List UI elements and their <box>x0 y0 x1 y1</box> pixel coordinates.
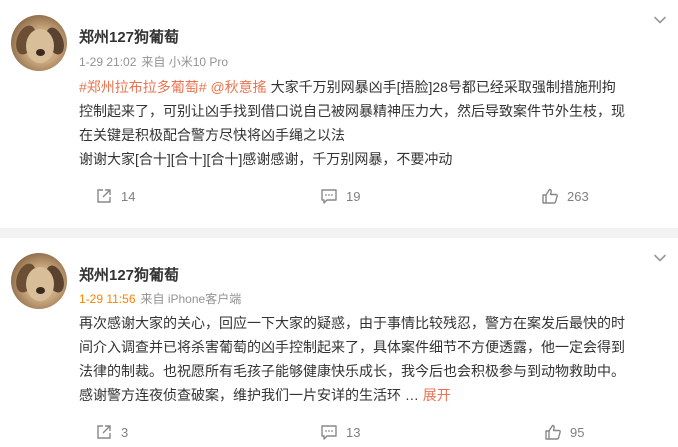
action-bar: 14 19 263 <box>0 187 678 211</box>
comment-button[interactable]: 19 <box>320 187 360 205</box>
post-content: 再次感谢大家的关心，回应一下大家的疑惑，由于事情比较残忍，警方在案发后最快的时 … <box>79 311 669 407</box>
post-divider <box>0 228 678 238</box>
chevron-down-icon[interactable] <box>652 250 668 266</box>
username[interactable]: 郑州127狗葡萄 <box>79 264 179 285</box>
like-count: 263 <box>567 188 589 204</box>
post-line: 控制起来了，可别让凶手找到借口说自己被网暴精神压力大，然后导致案件节外生枝，现 <box>79 103 625 119</box>
comment-icon <box>321 189 337 204</box>
action-bar: 3 13 95 <box>0 423 678 447</box>
repost-button[interactable]: 14 <box>95 187 135 205</box>
share-arrow-icon <box>97 425 111 439</box>
avatar[interactable] <box>11 15 67 71</box>
post-text: 感谢警方连夜侦查破案，维护我们一片安详的生活环 <box>79 387 401 403</box>
comment-icon <box>321 425 337 440</box>
post-text: 大家千万别网暴凶手[捂脸]28号都已经采取强制措施刑拘 <box>266 79 616 95</box>
comment-count: 19 <box>346 188 361 204</box>
comment-count: 13 <box>346 424 361 440</box>
post-line: 谢谢大家[合十][合十][合十]感谢感谢，千万别网暴，不要冲动 <box>79 151 453 167</box>
repost-count: 14 <box>121 188 136 204</box>
post-line: #郑州拉布拉多葡萄# @秋意搖 大家千万别网暴凶手[捂脸]28号都已经采取强制措… <box>79 75 669 99</box>
post-line: 感谢警方连夜侦查破案，维护我们一片安详的生活环 … 展开 <box>79 383 669 407</box>
post-line: 间介入调查并已将杀害葡萄的凶手控制起来了，具体案件细节不方便透露，他一定会得到 <box>79 339 625 355</box>
avatar[interactable] <box>11 253 67 309</box>
like-button[interactable]: 263 <box>541 187 589 205</box>
username[interactable]: 郑州127狗葡萄 <box>79 26 179 47</box>
post-time[interactable]: 1-29 11:56 <box>79 292 136 306</box>
chevron-down-icon[interactable] <box>652 12 668 28</box>
post-line: 在关键是积极配合警方尽快将凶手绳之以法 <box>79 127 345 143</box>
post-meta: 1-29 21:02 来自 小米10 Pro <box>79 53 228 70</box>
expand-link[interactable]: 展开 <box>423 387 451 403</box>
like-count: 95 <box>570 424 585 440</box>
post-line: 再次感谢大家的关心，回应一下大家的疑惑，由于事情比较残忍，警方在案发后最快的时 <box>79 315 625 331</box>
share-arrow-icon <box>97 189 111 203</box>
post-source: 来自 iPhone客户端 <box>140 292 242 306</box>
thumbs-up-icon <box>542 188 558 204</box>
weibo-post: 郑州127狗葡萄 1-29 21:02 来自 小米10 Pro #郑州拉布拉多葡萄… <box>0 0 678 228</box>
thumbs-up-icon <box>545 424 561 440</box>
post-meta: 1-29 11:56 来自 iPhone客户端 <box>79 290 241 307</box>
post-content: #郑州拉布拉多葡萄# @秋意搖 大家千万别网暴凶手[捂脸]28号都已经采取强制措… <box>79 75 669 171</box>
repost-count: 3 <box>121 424 129 440</box>
mention-link[interactable]: @秋意搖 <box>210 79 266 95</box>
post-line: 法律的制裁。也祝愿所有毛孩子能够健康快乐成长，我今后也会积极参与到动物救助中。 <box>79 363 625 379</box>
repost-button[interactable]: 3 <box>95 423 128 441</box>
ellipsis: … <box>404 387 419 403</box>
weibo-post: 郑州127狗葡萄 1-29 11:56 来自 iPhone客户端 再次感谢大家的关… <box>0 238 678 447</box>
comment-button[interactable]: 13 <box>320 423 360 441</box>
topic-link[interactable]: #郑州拉布拉多葡萄# <box>79 79 207 95</box>
like-button[interactable]: 95 <box>544 423 584 441</box>
post-time[interactable]: 1-29 21:02 <box>79 55 136 69</box>
post-source: 来自 小米10 Pro <box>141 55 229 69</box>
